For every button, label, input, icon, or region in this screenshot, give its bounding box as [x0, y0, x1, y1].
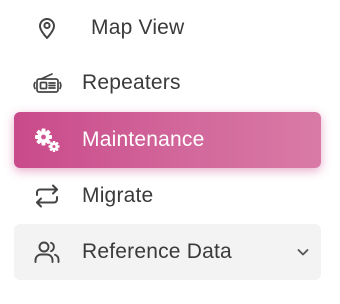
sidebar-item-label: Migrate — [82, 184, 154, 207]
sidebar-item-map-view[interactable]: Map View — [14, 0, 321, 56]
chevron-down-icon[interactable] — [295, 244, 311, 260]
sidebar-item-label: Reference Data — [82, 240, 232, 263]
sidebar-item-label: Repeaters — [82, 71, 181, 94]
sidebar-item-migrate[interactable]: Migrate — [14, 168, 321, 224]
sidebar-item-label: Maintenance — [82, 128, 205, 151]
sidebar-item-maintenance[interactable]: Maintenance — [14, 112, 321, 168]
gears-icon — [32, 125, 62, 155]
sidebar-item-reference-data[interactable]: Reference Data — [14, 224, 321, 280]
swap-arrows-icon — [32, 181, 62, 211]
users-icon — [32, 237, 62, 267]
location-pin-icon — [32, 13, 62, 43]
sidebar-nav: Map View Repeaters Maintenance Migrate R… — [0, 0, 340, 304]
radio-repeater-icon — [32, 68, 62, 98]
sidebar-item-label: Map View — [91, 16, 185, 39]
sidebar-item-repeaters[interactable]: Repeaters — [14, 55, 321, 111]
